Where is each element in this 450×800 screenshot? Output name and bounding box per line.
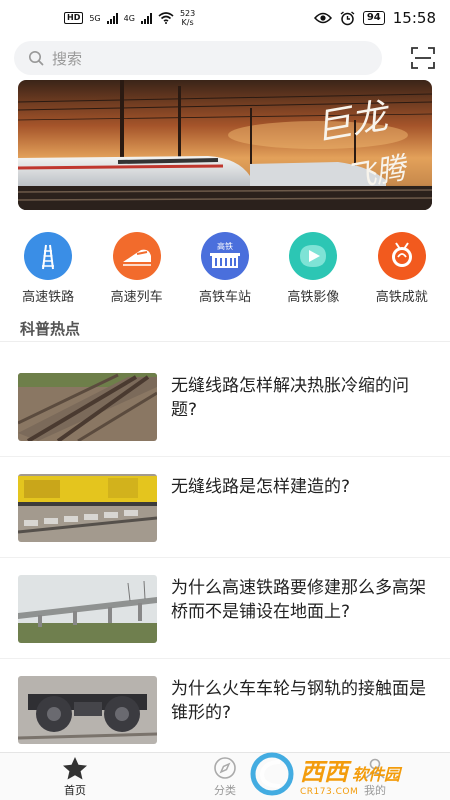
category-label: 高铁车站 <box>198 290 251 305</box>
category-label: 高铁成就 <box>375 290 428 305</box>
banner-image: 巨龙 飞腾 <box>18 80 432 210</box>
signal-icon-2 <box>140 12 152 24</box>
user-icon <box>365 758 385 779</box>
network-4g-label: 4G <box>123 13 135 23</box>
article-item[interactable]: 为什么高速铁路要修建那么多高架桥而不是铺设在地面上? <box>0 558 450 659</box>
tab-category-label: 分类 <box>214 783 236 797</box>
search-header: 搜索 <box>0 36 450 80</box>
network-5g-label: 5G <box>89 13 101 23</box>
category-video[interactable]: 高铁影像 <box>272 232 354 305</box>
article-item[interactable]: 为什么火车车轮与钢轨的接触面是锥形的? <box>0 659 450 760</box>
divider <box>0 341 450 342</box>
net-speed-unit: K/s <box>181 18 194 27</box>
tab-home-label: 首页 <box>64 783 86 797</box>
category-label: 高铁影像 <box>287 290 340 305</box>
compass-icon <box>214 756 236 779</box>
video-play-icon <box>289 232 338 280</box>
railway-icon <box>24 232 73 280</box>
search-input[interactable]: 搜索 <box>14 41 382 75</box>
category-label: 高速列车 <box>110 290 163 305</box>
hd-indicator: HD <box>64 12 84 24</box>
signal-icon <box>106 12 118 24</box>
article-item[interactable]: 无缝线路是怎样建造的? <box>0 457 450 558</box>
section-title: 科普热点 <box>20 320 81 338</box>
article-title: 为什么高速铁路要修建那么多高架桥而不是铺设在地面上? <box>171 578 426 622</box>
net-speed: 523 K/s <box>180 9 195 27</box>
battery-icon: 94 <box>362 11 385 25</box>
category-high-speed-railway[interactable]: 高速铁路 <box>7 232 89 305</box>
banner-carousel[interactable]: 巨龙 飞腾 <box>18 80 432 210</box>
scan-button[interactable] <box>410 45 436 71</box>
search-icon <box>29 51 44 66</box>
clock: 15:58 <box>392 9 436 27</box>
bottom-tab-bar: 首页 分类 我的 <box>0 752 450 800</box>
category-nav: 高速铁路 高速列车 高铁 高铁车站 高铁影像 高铁成就 <box>0 232 450 305</box>
wifi-icon <box>158 12 174 24</box>
search-placeholder: 搜索 <box>52 49 83 68</box>
article-thumbnail <box>18 474 157 542</box>
medal-icon <box>377 232 426 280</box>
article-list: 无缝线路怎样解决热胀冷缩的问题? 无缝线路是怎样建造的? 为什么高速铁路要修建那… <box>0 356 450 760</box>
tab-home[interactable]: 首页 <box>0 753 150 800</box>
article-title: 无缝线路怎样解决热胀冷缩的问题? <box>171 376 409 420</box>
star-icon <box>63 756 87 779</box>
article-item[interactable]: 无缝线路怎样解决热胀冷缩的问题? <box>0 356 450 457</box>
station-icon: 高铁 <box>200 232 249 280</box>
status-bar: HD 5G 4G 523 K/s 94 15:58 <box>0 0 450 36</box>
eye-icon <box>313 12 332 24</box>
article-thumbnail <box>18 373 157 441</box>
station-badge: 高铁 <box>216 242 233 251</box>
category-station[interactable]: 高铁 高铁车站 <box>184 232 266 305</box>
net-speed-value: 523 <box>179 9 196 18</box>
category-label: 高速铁路 <box>22 290 75 305</box>
category-high-speed-train[interactable]: 高速列车 <box>96 232 178 305</box>
article-thumbnail <box>18 676 157 744</box>
category-achievements[interactable]: 高铁成就 <box>361 232 443 305</box>
tab-mine[interactable]: 我的 <box>300 753 450 800</box>
tab-category[interactable]: 分类 <box>150 753 300 800</box>
tab-mine-label: 我的 <box>364 783 386 797</box>
alarm-icon <box>340 10 355 25</box>
article-thumbnail <box>18 575 157 643</box>
article-title: 无缝线路是怎样建造的? <box>171 477 351 497</box>
scan-icon <box>411 47 435 69</box>
article-title: 为什么火车车轮与钢轨的接触面是锥形的? <box>171 679 426 723</box>
train-icon <box>112 232 161 280</box>
